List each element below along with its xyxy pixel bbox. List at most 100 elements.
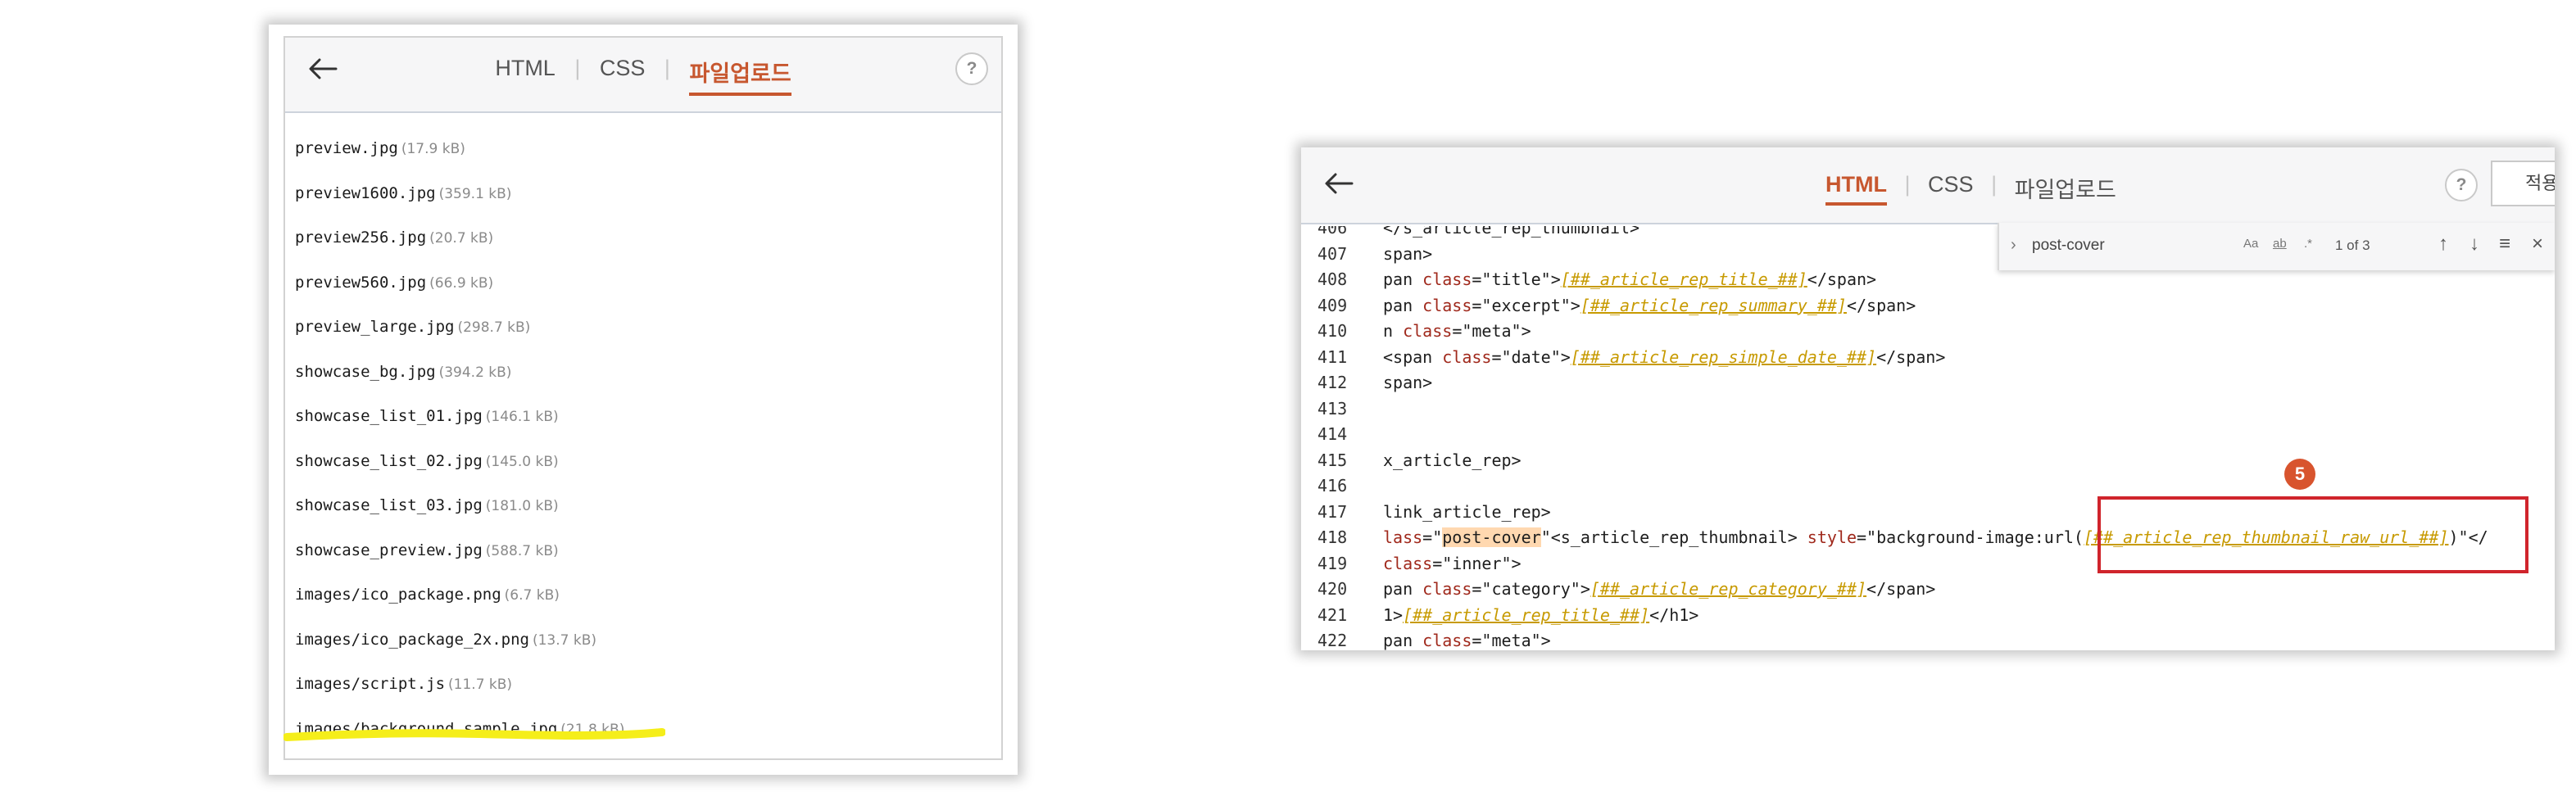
regex-toggle[interactable]: .* <box>2304 237 2312 251</box>
help-button[interactable]: ? <box>2445 169 2478 201</box>
tab-html[interactable]: HTML <box>1825 172 1887 206</box>
code-token: pan <box>1383 295 1423 315</box>
file-name: images/ico_package_2x.png <box>295 630 529 649</box>
code-text: pan class="meta"> <box>1383 631 1551 650</box>
whole-word-toggle[interactable]: ab <box>2273 237 2287 251</box>
code-token: ="title"> <box>1472 269 1561 289</box>
line-number: 406 <box>1317 226 1348 238</box>
previous-match-icon[interactable]: ↑ <box>2438 233 2448 256</box>
file-name: preview256.jpg <box>295 229 427 247</box>
file-name: showcase_list_02.jpg <box>295 451 483 470</box>
template-variable: [##_article_rep_category_##] <box>1590 579 1867 599</box>
close-icon[interactable]: × <box>2532 233 2543 256</box>
callout-highlight-box <box>2098 496 2528 573</box>
tab-html[interactable]: HTML <box>495 56 556 86</box>
code-token: class <box>1442 346 1492 367</box>
code-token: span> <box>1383 243 1433 264</box>
file-name: preview1600.jpg <box>295 183 436 202</box>
callout-badge: 5 <box>2284 459 2315 490</box>
code-token: lass <box>1383 527 1423 547</box>
file-name: preview560.jpg <box>295 273 427 292</box>
file-name: preview.jpg <box>295 139 398 157</box>
code-text: 1>[##_article_rep_title_##]</h1> <box>1383 605 1698 625</box>
code-token: x_article_rep> <box>1383 450 1522 470</box>
file-list-item[interactable]: images/ico_package.png (6.7 kB) <box>295 586 624 631</box>
code-token: <span <box>1383 346 1443 367</box>
file-size: (146.1 kB) <box>485 409 559 425</box>
code-editor[interactable]: 406 </s_article_rep_thumbnail> 407 span> 408… <box>1301 226 2555 650</box>
find-in-selection-icon[interactable]: ≡ <box>2499 233 2510 256</box>
tab-divider: | <box>1991 172 1998 197</box>
back-arrow-icon[interactable] <box>1319 164 1358 203</box>
file-list-item[interactable]: showcase_list_02.jpg (145.0 kB) <box>295 452 624 497</box>
match-case-toggle[interactable]: Aa <box>2243 237 2258 251</box>
file-size: (394.2 kB) <box>438 364 512 381</box>
code-text: pan class="title">[##_article_rep_title_… <box>1383 269 1876 289</box>
code-token: ="background-image:url( <box>1857 527 2084 547</box>
code-token: span> <box>1383 373 1433 392</box>
file-name: showcase_list_01.jpg <box>295 407 483 425</box>
file-list-item[interactable]: showcase_list_01.jpg (146.1 kB) <box>295 407 624 452</box>
line-number: 412 <box>1317 373 1348 392</box>
editor-tabs: HTML | CSS | 파일업로드 <box>1825 172 2116 209</box>
file-list-item[interactable]: showcase_bg.jpg (394.2 kB) <box>295 363 624 408</box>
file-list-item[interactable]: images/ico_package_2x.png (13.7 kB) <box>295 631 624 676</box>
editor-header: HTML | CSS | 파일업로드 ? <box>285 38 1001 113</box>
code-token: pan <box>1383 631 1423 650</box>
line-number: 407 <box>1317 243 1348 264</box>
code-token: class <box>1422 579 1472 599</box>
template-variable: [##_article_rep_title_##] <box>1560 269 1807 289</box>
apply-button[interactable]: 적용 <box>2491 161 2555 206</box>
line-number: 411 <box>1317 346 1348 367</box>
search-match: post-cover <box>1442 527 1541 547</box>
code-text: n class="meta"> <box>1383 321 1531 341</box>
code-token: </span> <box>1876 346 1946 367</box>
tab-file-upload[interactable]: 파일업로드 <box>689 56 791 96</box>
code-token: ="category"> <box>1472 579 1590 599</box>
code-token: class <box>1422 269 1472 289</box>
line-number: 420 <box>1317 579 1348 599</box>
next-match-icon[interactable]: ↓ <box>2469 233 2479 256</box>
tab-css[interactable]: CSS <box>600 56 646 86</box>
file-list: preview.jpg (17.9 kB) preview1600.jpg (359.… <box>295 139 624 764</box>
file-list-item[interactable]: preview560.jpg (66.9 kB) <box>295 274 624 319</box>
code-token: 1> <box>1383 604 1404 625</box>
line-number: 421 <box>1317 604 1348 625</box>
line-number: 410 <box>1317 321 1348 341</box>
code-token: class <box>1422 295 1472 315</box>
code-token: n <box>1383 321 1404 341</box>
line-number: 413 <box>1317 398 1348 419</box>
file-list-item[interactable]: preview1600.jpg (359.1 kB) <box>295 184 624 229</box>
help-button[interactable]: ? <box>955 52 988 85</box>
file-size: (181.0 kB) <box>485 498 559 514</box>
file-list-item[interactable]: preview256.jpg (20.7 kB) <box>295 229 624 274</box>
code-token: </span> <box>1846 295 1916 315</box>
file-list-item[interactable]: images/script.js (11.7 kB) <box>295 675 624 720</box>
file-size: (11.7 kB) <box>448 677 513 693</box>
chevron-right-icon[interactable]: › <box>2011 236 2016 255</box>
code-token: </span> <box>1807 269 1877 289</box>
tab-divider: | <box>1904 172 1911 197</box>
line-number: 418 <box>1317 527 1348 547</box>
code-token: pan <box>1383 269 1423 289</box>
find-widget: › post-cover Aa ab .* 1 of 3 ↑ ↓ ≡ × <box>1998 223 2555 270</box>
line-number: 417 <box>1317 501 1348 522</box>
code-token: =" <box>1422 527 1443 547</box>
file-list-item[interactable]: showcase_list_03.jpg (181.0 kB) <box>295 496 624 541</box>
file-name: images/ico_package.png <box>295 586 501 604</box>
code-text: <span class="date">[##_article_rep_simpl… <box>1383 347 1945 367</box>
file-list-item[interactable]: showcase_preview.jpg (588.7 kB) <box>295 541 624 586</box>
code-text: span> <box>1383 373 1432 392</box>
find-input[interactable]: post-cover <box>2032 237 2105 255</box>
code-token: style <box>1807 527 1857 547</box>
line-number: 415 <box>1317 450 1348 470</box>
code-token: ="inner"> <box>1432 553 1522 573</box>
tab-css[interactable]: CSS <box>1928 172 1974 202</box>
file-list-item[interactable]: preview.jpg (17.9 kB) <box>295 139 624 184</box>
file-size: (298.7 kB) <box>457 319 531 336</box>
yellow-highlight-stroke <box>283 728 665 741</box>
line-number: 419 <box>1317 553 1348 573</box>
file-list-item[interactable]: preview_large.jpg (298.7 kB) <box>295 318 624 363</box>
code-token: "<s_article_rep_thumbnail> <box>1540 527 1807 547</box>
tab-file-upload[interactable]: 파일업로드 <box>2015 172 2116 209</box>
